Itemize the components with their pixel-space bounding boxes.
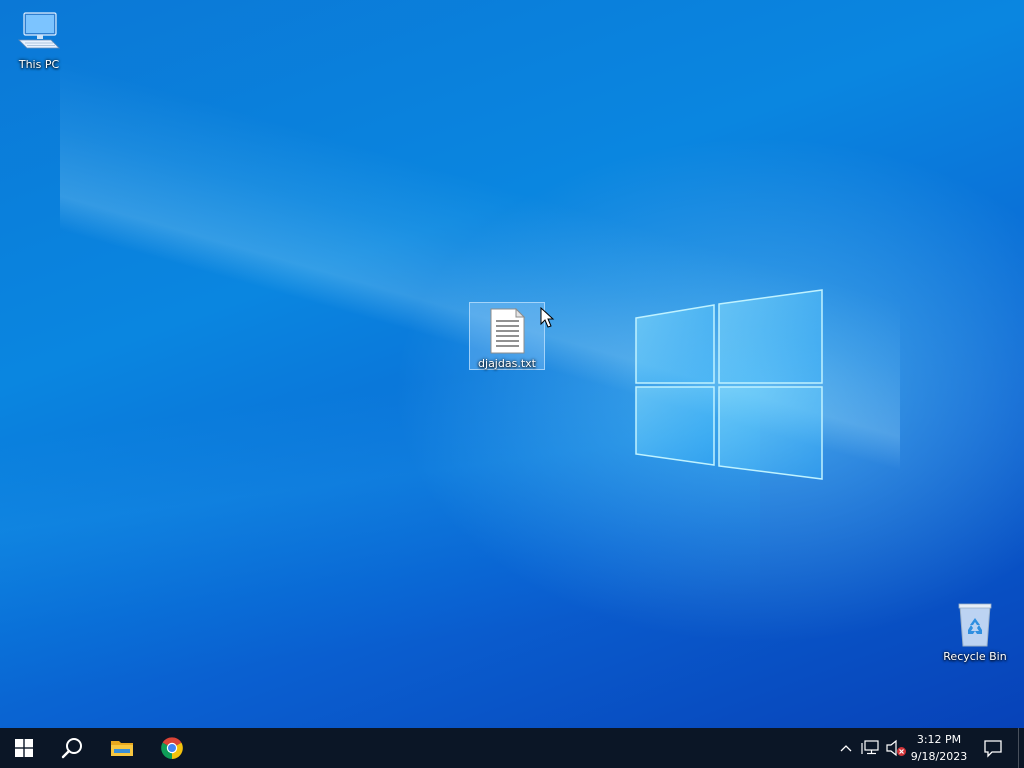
computer-icon	[18, 12, 60, 49]
desktop-icon-djajdas-txt[interactable]: djajdas.txt	[469, 302, 545, 370]
volume-muted-icon[interactable]	[884, 738, 908, 758]
chevron-up-icon[interactable]	[836, 738, 856, 758]
folder-icon	[111, 741, 133, 756]
taskbar-file-explorer[interactable]	[98, 728, 146, 768]
desktop[interactable]: This PC djajdas.txt Recycle Bin	[0, 0, 1024, 728]
windows-start-icon	[15, 739, 33, 757]
desktop-icon-label: Recycle Bin	[943, 650, 1007, 663]
action-center-button[interactable]	[976, 728, 1010, 768]
windows-logo-wallpaper	[635, 289, 823, 480]
chrome-icon	[161, 737, 183, 759]
recycle-bin-icon	[958, 603, 992, 647]
search-button[interactable]	[48, 728, 96, 768]
desktop-icon-label: This PC	[18, 58, 60, 71]
desktop-icon-recycle-bin[interactable]: Recycle Bin	[937, 600, 1013, 664]
action-center-icon	[984, 740, 1002, 758]
search-icon	[61, 738, 82, 759]
desktop-icon-label: djajdas.txt	[478, 357, 536, 370]
network-icon[interactable]	[860, 738, 882, 758]
clock-time: 3:12 PM	[916, 733, 962, 746]
clock-date: 9/18/2023	[910, 750, 968, 763]
taskbar-clock[interactable]: 3:12 PM 9/18/2023	[910, 731, 968, 765]
taskbar-chrome[interactable]	[148, 728, 196, 768]
desktop-icon-this-pc[interactable]: This PC	[1, 8, 77, 72]
text-document-icon	[490, 307, 526, 354]
show-desktop-button[interactable]	[1018, 728, 1019, 768]
taskbar: 3:12 PM 9/18/2023	[0, 728, 1024, 768]
mouse-cursor-icon	[540, 307, 555, 328]
start-button[interactable]	[0, 728, 48, 768]
